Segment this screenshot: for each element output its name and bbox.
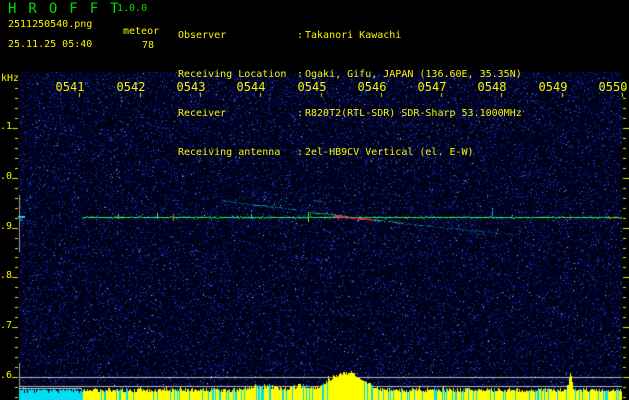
- spectrogram-canvas: [0, 0, 629, 400]
- hrofft-window: HROFFT 1.0.0 2511250540.png meteor 25.11…: [0, 0, 629, 400]
